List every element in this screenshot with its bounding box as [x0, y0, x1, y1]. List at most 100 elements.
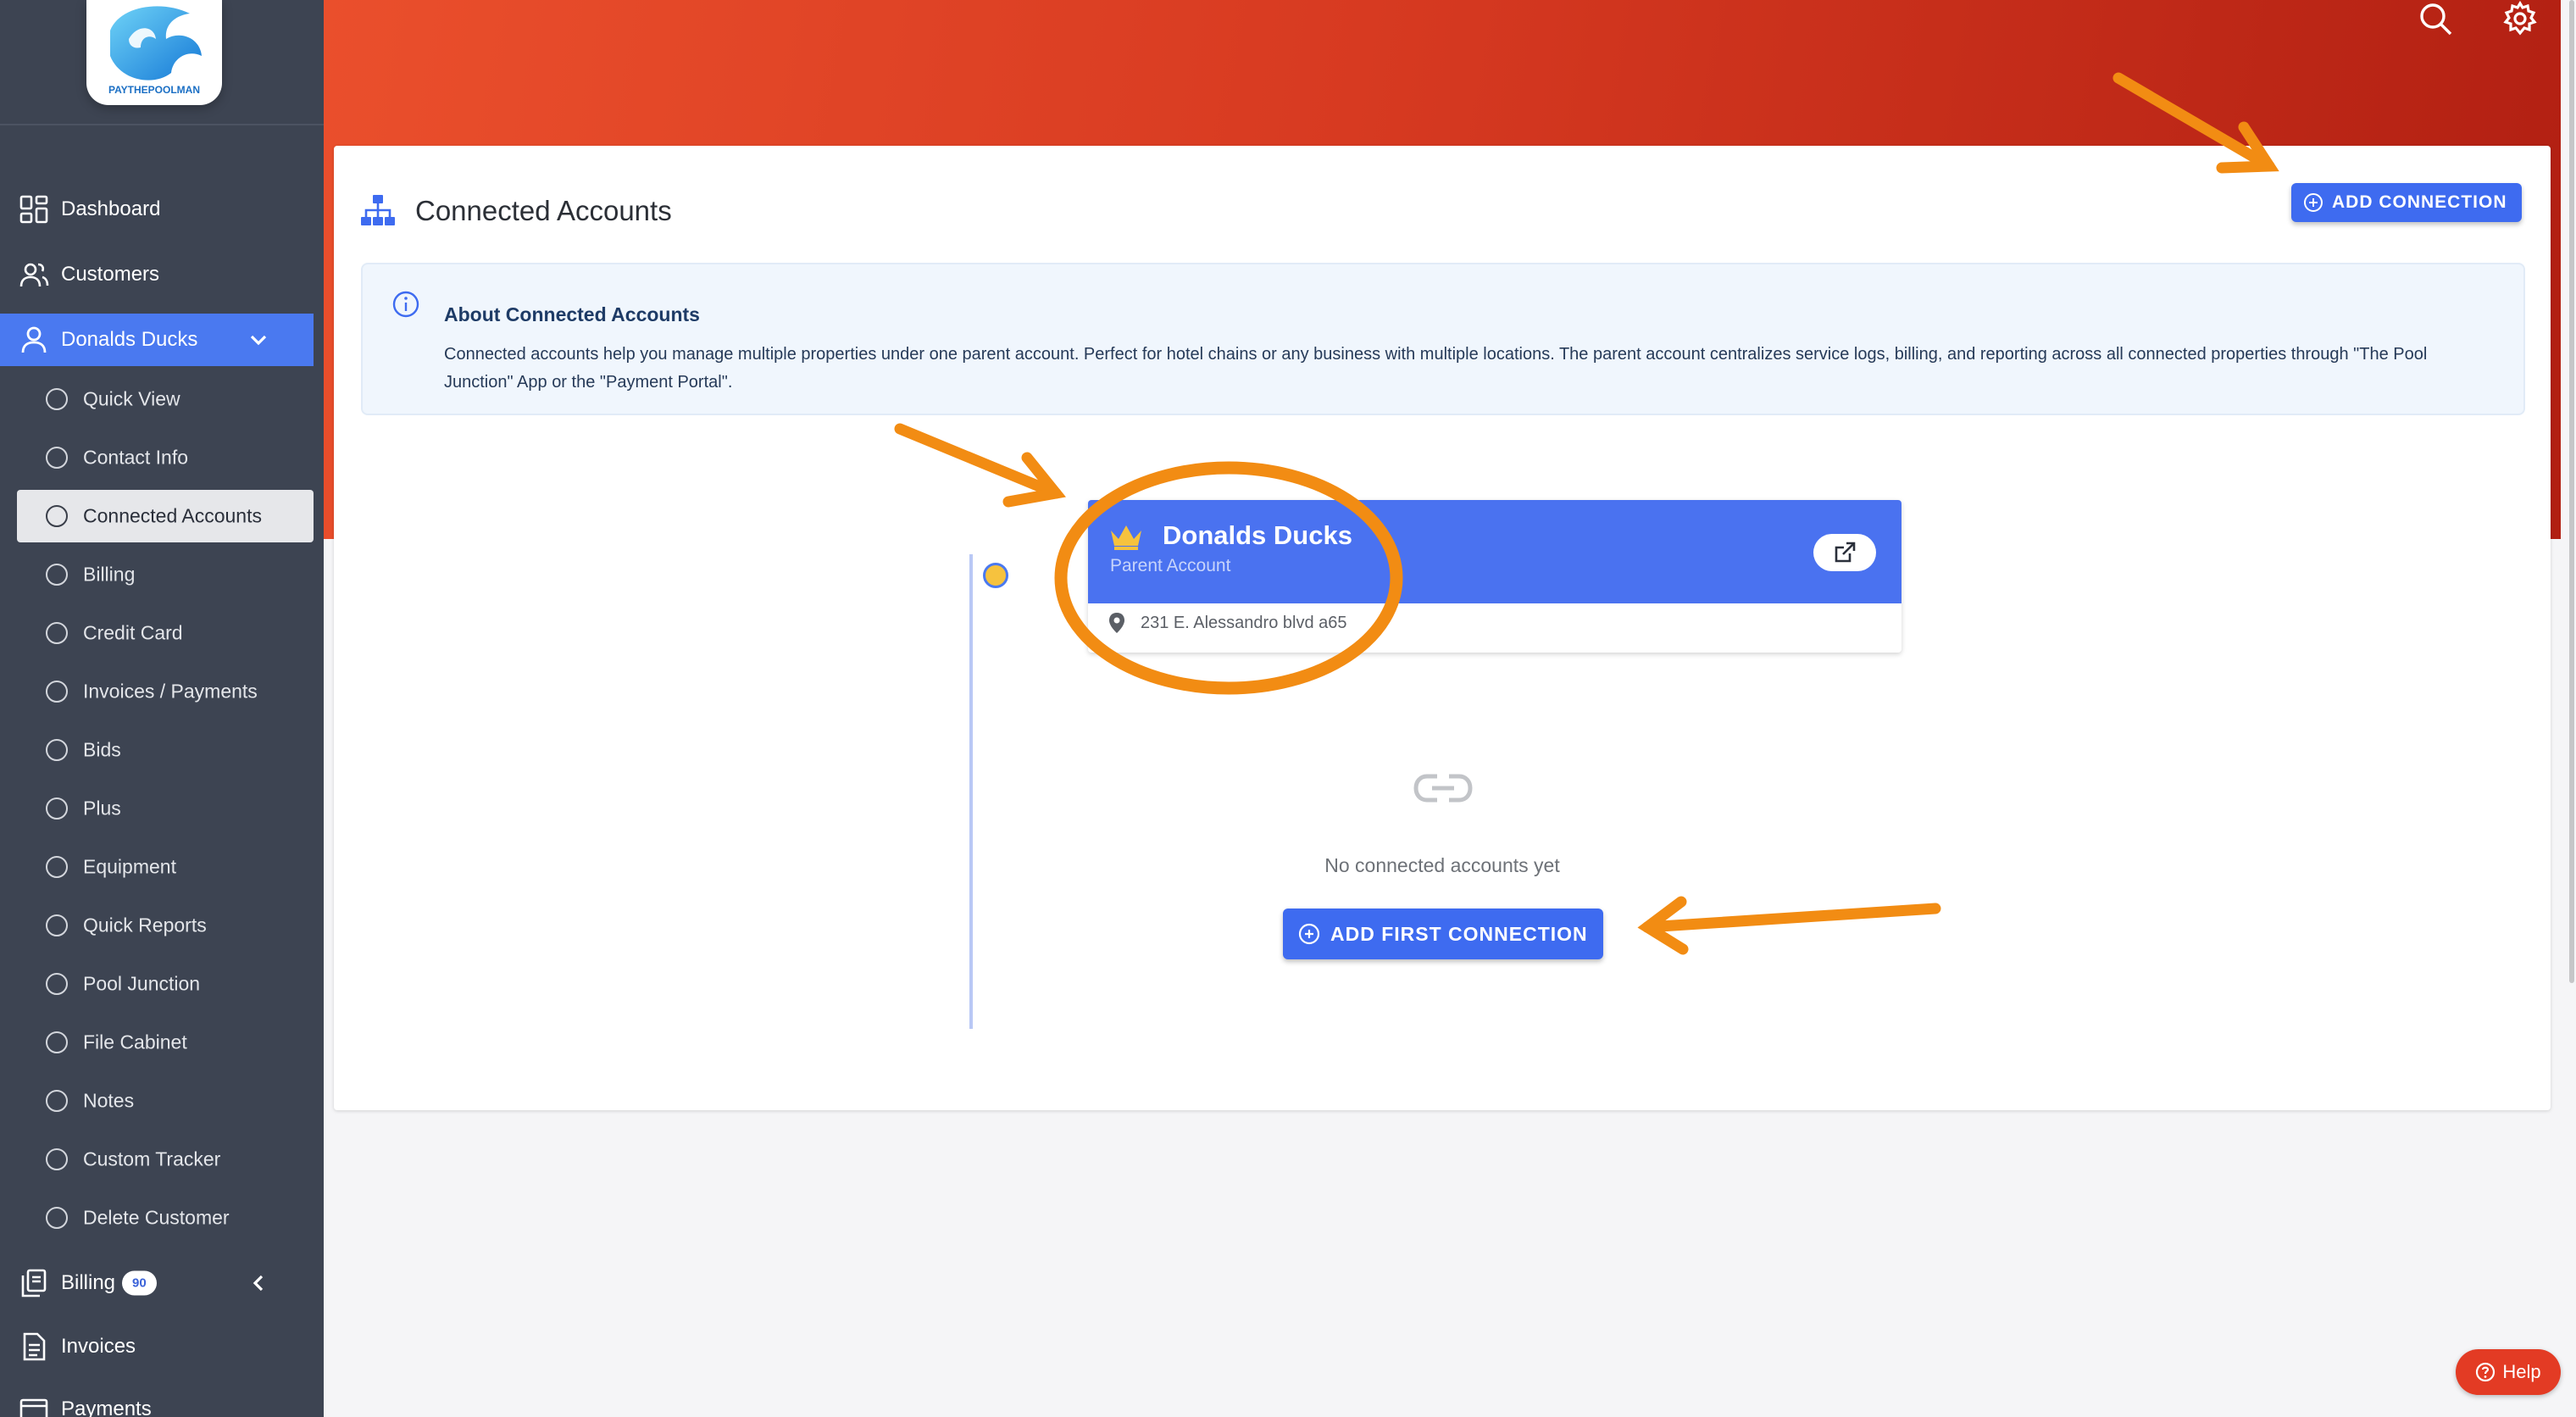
circle-icon [46, 1090, 68, 1112]
subnav-credit-card[interactable]: Credit Card [17, 607, 314, 659]
subnav-file-cabinet[interactable]: File Cabinet [17, 1016, 314, 1069]
subnav-label: Contact Info [83, 446, 189, 469]
page-title: Connected Accounts [415, 195, 672, 226]
circle-icon [46, 622, 68, 644]
subnav-label: Quick View [83, 387, 180, 410]
nav-billing[interactable]: Billing 90 [0, 1257, 314, 1309]
circle-icon [46, 797, 68, 820]
subnav-bids[interactable]: Bids [17, 724, 314, 776]
help-label: Help [2502, 1361, 2541, 1382]
info-icon [392, 291, 419, 318]
timeline-dot [983, 563, 1008, 588]
nav-payments[interactable]: Payments [0, 1383, 314, 1417]
add-connection-label: ADD CONNECTION [2332, 192, 2507, 212]
subnav-label: Custom Tracker [83, 1147, 221, 1170]
circle-icon [46, 505, 68, 527]
info-title: About Connected Accounts [444, 303, 700, 325]
subnav-invoices-payments[interactable]: Invoices / Payments [17, 665, 314, 718]
subnav-label: Bids [83, 738, 121, 761]
subnav-label: Delete Customer [83, 1206, 230, 1229]
subnav-plus[interactable]: Plus [17, 782, 314, 835]
search-icon[interactable] [2417, 0, 2454, 37]
subnav-contact-info[interactable]: Contact Info [17, 431, 314, 484]
subnav-custom-tracker[interactable]: Custom Tracker [17, 1133, 314, 1186]
subnav-pool-junction[interactable]: Pool Junction [17, 958, 314, 1010]
circle-icon [46, 973, 68, 995]
nav-payments-label: Payments [61, 1398, 152, 1417]
chevron-down-icon[interactable] [249, 334, 268, 346]
circle-icon [46, 681, 68, 703]
brand-logo[interactable]: PAYTHEPOOLMAN [86, 0, 222, 105]
nav-invoices[interactable]: Invoices [0, 1320, 314, 1373]
subnav-label: Invoices / Payments [83, 680, 258, 703]
subnav-notes[interactable]: Notes [17, 1075, 314, 1127]
connected-accounts-card: Connected Accounts ADD CONNECTION About … [334, 146, 2551, 1110]
nav-active-customer-label: Donalds Ducks [61, 328, 198, 351]
subnav-billing[interactable]: Billing [17, 548, 314, 601]
nav-customers-label: Customers [61, 263, 160, 286]
sidebar: PAYTHEPOOLMAN Dashboard Customers Donald… [0, 0, 324, 1417]
parent-account-header: Donalds Ducks Parent Account [1088, 500, 1901, 603]
subnav-label: Pool Junction [83, 972, 201, 995]
nav-billing-label: Billing [61, 1271, 116, 1294]
circle-icon [46, 564, 68, 586]
parent-account-card[interactable]: Donalds Ducks Parent Account 231 E. Ales… [1088, 500, 1901, 653]
empty-state-text: No connected accounts yet [1324, 854, 1560, 876]
circle-icon [46, 1031, 68, 1053]
subnav-label: File Cabinet [83, 1031, 187, 1053]
circle-icon [46, 1207, 68, 1229]
nav-dashboard[interactable]: Dashboard [0, 183, 314, 236]
info-text: Connected accounts help you manage multi… [444, 345, 2428, 392]
nav-customers[interactable]: Customers [0, 248, 314, 301]
subnav-label: Connected Accounts [83, 504, 262, 527]
add-first-connection-button[interactable]: ADD FIRST CONNECTION [1283, 909, 1603, 959]
crown-icon [1111, 525, 1141, 550]
map-pin-icon [1109, 613, 1124, 633]
subnav-label: Plus [83, 797, 121, 820]
subnav-quick-reports[interactable]: Quick Reports [17, 899, 314, 952]
nav-active-customer[interactable]: Donalds Ducks [0, 314, 314, 366]
subnav-quick-view[interactable]: Quick View [17, 373, 314, 425]
subnav-label: Credit Card [83, 621, 183, 644]
nav-dashboard-label: Dashboard [61, 197, 161, 220]
circle-icon [46, 914, 68, 936]
parent-account-role: Parent Account [1110, 556, 1231, 575]
plus-circle-icon [2304, 193, 2323, 212]
timeline-line [969, 554, 973, 1029]
logo-text: PAYTHEPOOLMAN [108, 84, 200, 96]
subnav-label: Equipment [83, 855, 176, 878]
subnav-connected-accounts[interactable]: Connected Accounts [17, 490, 314, 542]
page-scrollbar[interactable] [2569, 0, 2574, 983]
circle-icon [46, 856, 68, 878]
circle-icon [46, 388, 68, 410]
add-first-connection-label: ADD FIRST CONNECTION [1330, 922, 1588, 945]
parent-account-name: Donalds Ducks [1163, 520, 1352, 550]
subnav-equipment[interactable]: Equipment [17, 841, 314, 893]
billing-count-badge: 90 [122, 1270, 157, 1296]
billing-pages-icon [21, 1269, 47, 1298]
plus-circle-icon [1298, 923, 1320, 945]
circle-icon [46, 1148, 68, 1170]
help-button[interactable]: Help [2456, 1349, 2561, 1395]
parent-account-address: 231 E. Alessandro blvd a65 [1141, 614, 1347, 632]
link-chain-icon [1413, 774, 1473, 803]
users-icon [19, 263, 49, 287]
payments-icon [19, 1398, 48, 1417]
subnav-label: Notes [83, 1089, 135, 1112]
gear-icon[interactable] [2501, 0, 2539, 37]
user-icon [21, 326, 47, 353]
circle-icon [46, 739, 68, 761]
dashboard-grid-icon [19, 195, 48, 224]
chevron-left-icon[interactable] [253, 1274, 264, 1292]
open-account-button[interactable] [1813, 534, 1876, 571]
add-connection-button[interactable]: ADD CONNECTION [2291, 183, 2522, 222]
logo-divider [0, 124, 324, 125]
nav-invoices-label: Invoices [61, 1335, 136, 1358]
external-link-icon [1835, 542, 1856, 563]
circle-icon [46, 447, 68, 469]
info-box: About Connected Accounts Connected accou… [361, 263, 2525, 415]
subnav-label: Billing [83, 563, 136, 586]
help-circle-icon [2476, 1362, 2496, 1382]
subnav-delete-customer[interactable]: Delete Customer [17, 1192, 314, 1244]
wave-logo-icon: PAYTHEPOOLMAN [108, 6, 202, 96]
